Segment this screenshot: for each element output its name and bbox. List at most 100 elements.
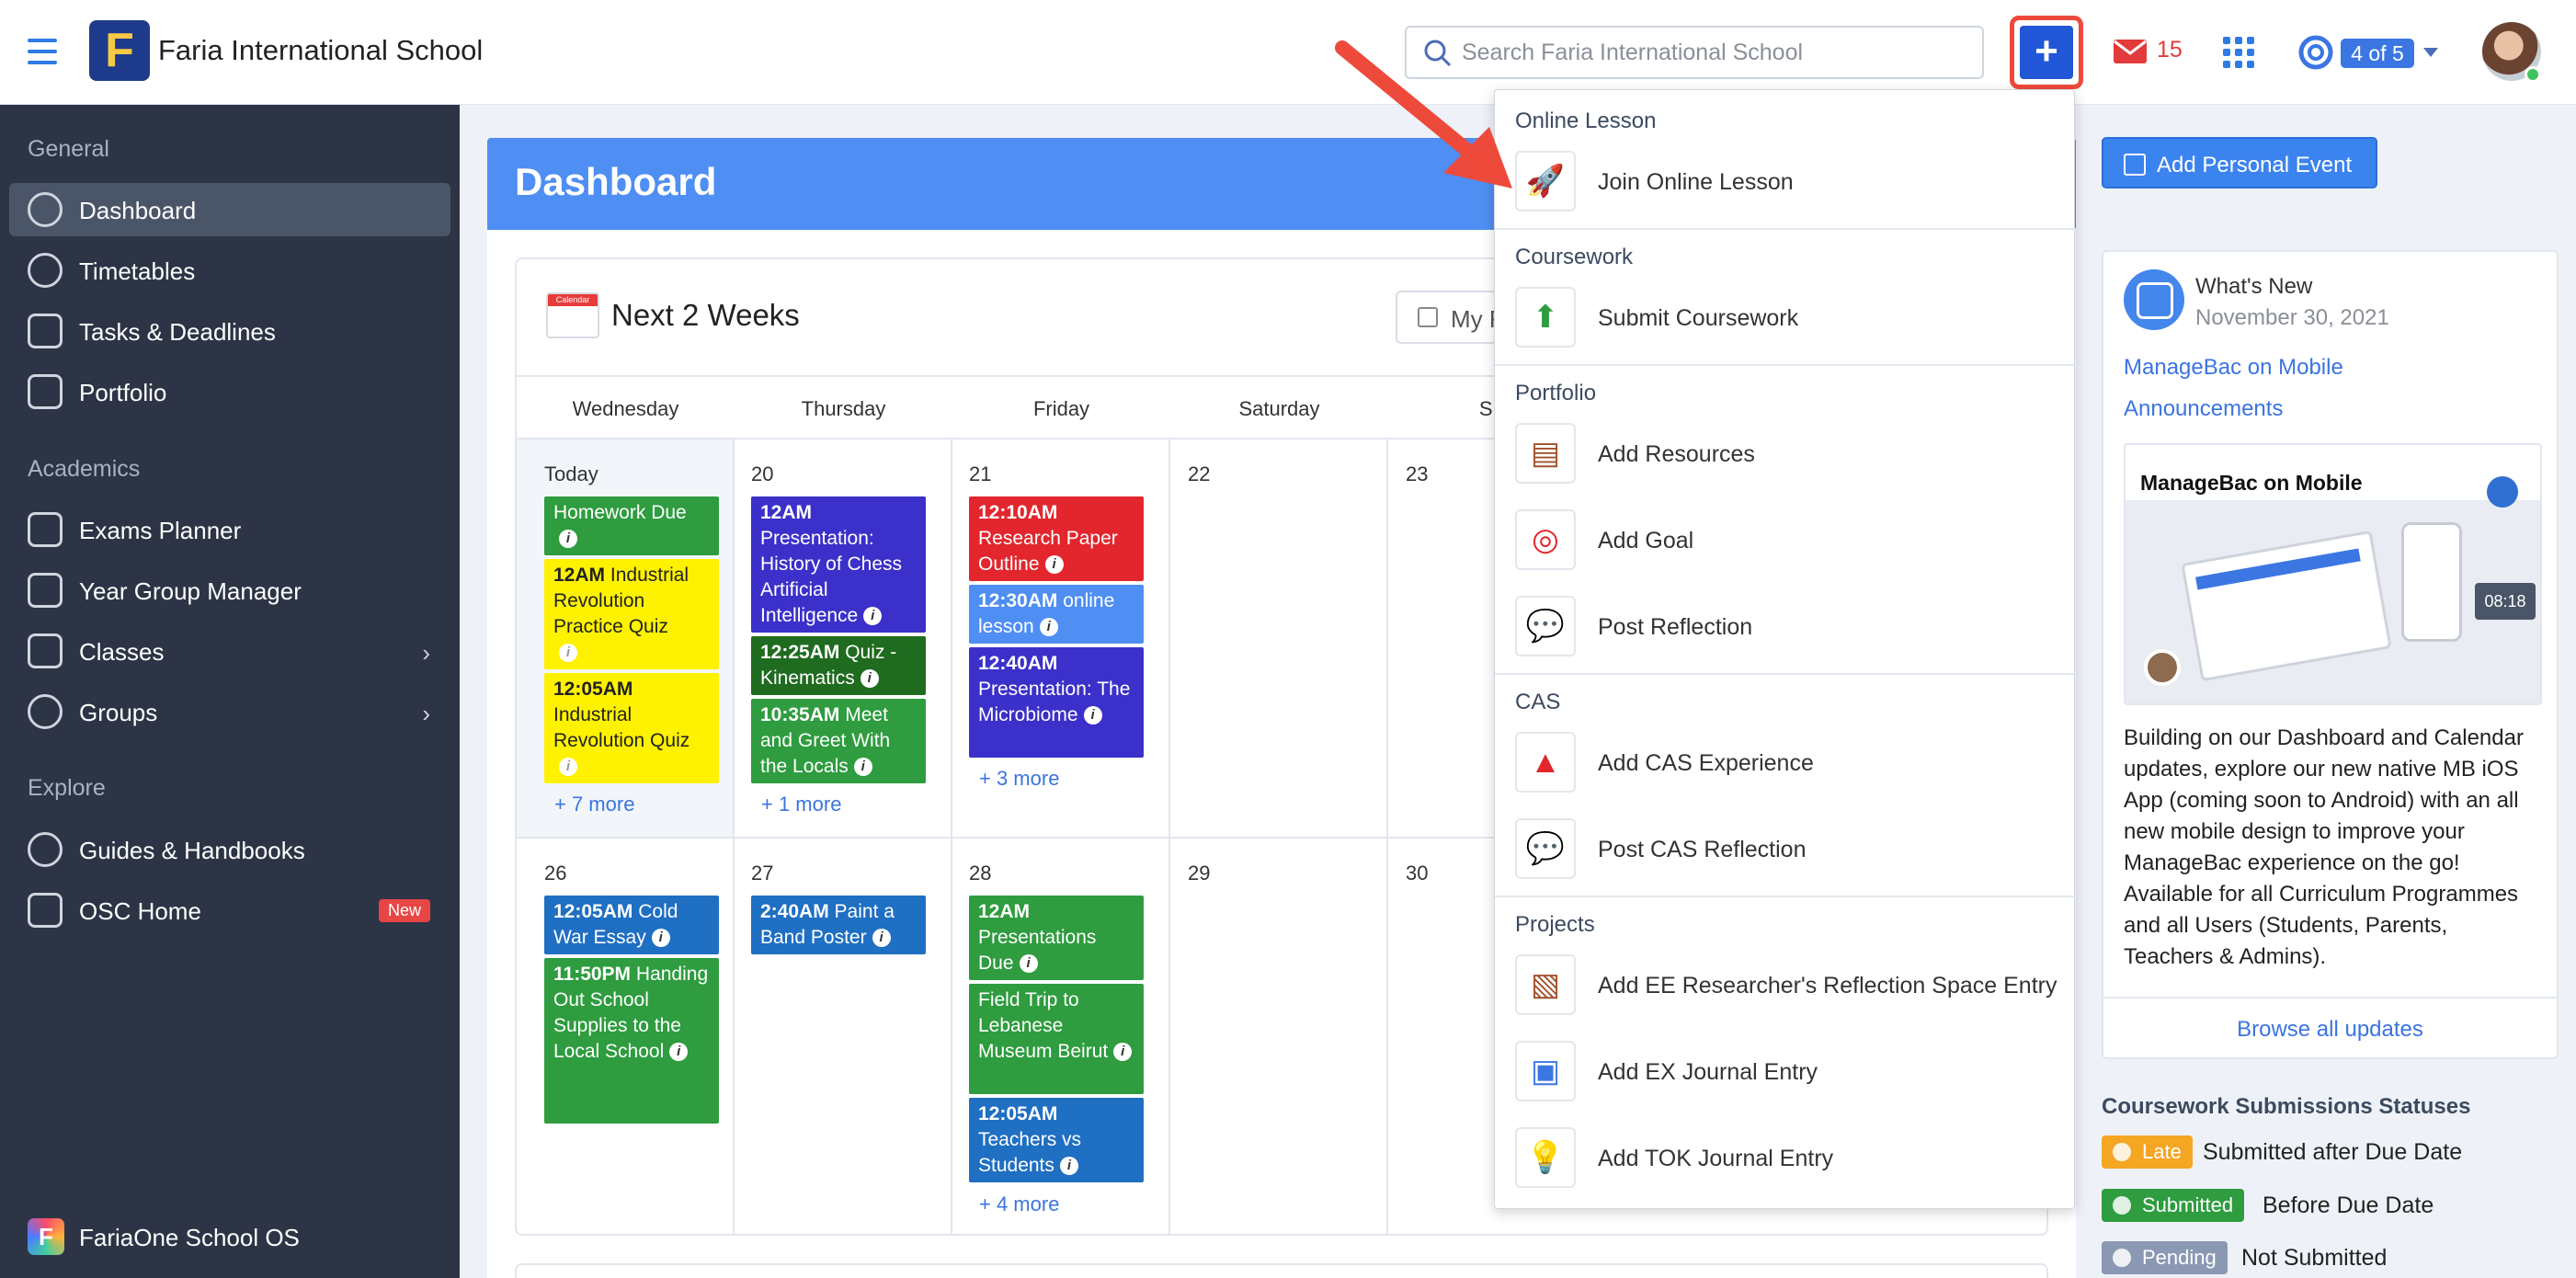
info-icon[interactable]: i [669, 1043, 689, 1062]
info-icon[interactable]: i [651, 929, 670, 948]
fariaone-link[interactable]: FariaOne School OS [79, 1224, 300, 1252]
sidebar: General Dashboard Timetables Tasks & Dea… [0, 105, 460, 1278]
info-icon[interactable]: i [1039, 618, 1058, 637]
day-number: 20 [751, 462, 774, 485]
calendar-event[interactable]: 11:50PM Handing Out School Supplies to t… [544, 958, 719, 1124]
menu-item-label: Add Goal [1598, 528, 1694, 553]
school-logo[interactable]: F [89, 20, 150, 81]
sidebar-section-explore: Explore [28, 775, 106, 801]
calendar-event[interactable]: 10:35AM Meet and Greet With the Locals i [751, 699, 926, 783]
clock-illustration: 08:18 [2475, 583, 2536, 620]
menu-section-online-lesson: Online Lesson [1515, 108, 1657, 133]
menu-item-post-reflection[interactable]: 💬 Post Reflection [1515, 596, 2067, 658]
coursework-status-title: Coursework Submissions Statuses [2102, 1094, 2471, 1119]
mail-count[interactable]: 15 [2157, 37, 2183, 63]
info-icon[interactable]: i [559, 758, 577, 777]
calendar-event[interactable]: 2:40AM Paint a Band Poster i [751, 896, 926, 954]
announcements-link[interactable]: Announcements [2124, 396, 2283, 422]
day-header: Saturday [1170, 375, 1388, 439]
menu-item-post-cas-reflection[interactable]: 💬 Post CAS Reflection [1515, 818, 2067, 881]
calendar-event[interactable]: 12AM Presentation: History of Chess Arti… [751, 496, 926, 633]
info-icon[interactable]: i [559, 644, 577, 663]
school-name[interactable]: Faria International School [158, 34, 483, 67]
calendar-event[interactable]: 12:25AM Quiz - Kinematics i [751, 636, 926, 695]
calendar-event[interactable]: 12:30AM online lesson i [969, 585, 1144, 644]
calendar-event[interactable]: 12:40AM Presentation: The Microbiome i [969, 647, 1144, 758]
sidebar-item-classes[interactable]: Classes › [9, 624, 450, 678]
chevron-right-icon: › [422, 700, 430, 727]
sidebar-item-dashboard[interactable]: Dashboard [9, 183, 450, 236]
day-header: Thursday [735, 375, 952, 439]
menu-item-add-goal[interactable]: ◎ Add Goal [1515, 509, 2067, 572]
menu-item-join-online-lesson[interactable]: 🚀 Join Online Lesson [1515, 151, 2067, 213]
apps-grid-icon[interactable] [2223, 37, 2254, 68]
rss-icon [2124, 269, 2184, 330]
add-dropdown-menu: Online Lesson 🚀 Join Online Lesson Cours… [1494, 89, 2076, 1209]
sidebar-item-guides[interactable]: Guides & Handbooks [9, 823, 450, 876]
sidebar-item-label: Groups [79, 699, 158, 726]
info-icon[interactable]: i [1044, 555, 1064, 575]
day-number: Today [544, 462, 598, 485]
sidebar-item-year-group-manager[interactable]: Year Group Manager [9, 564, 450, 617]
sidebar-item-exams-planner[interactable]: Exams Planner [9, 503, 450, 556]
whats-new-link[interactable]: ManageBac on Mobile [2124, 355, 2343, 381]
sidebar-item-label: Year Group Manager [79, 577, 302, 605]
clock-icon [28, 253, 63, 288]
status-badge: Submitted [2102, 1189, 2245, 1222]
info-icon[interactable]: i [1083, 706, 1102, 725]
mail-icon[interactable] [2113, 39, 2148, 64]
calendar-event[interactable]: Homework Due i [544, 496, 719, 555]
promo-image[interactable]: ManageBac on Mobile 08:18 [2124, 443, 2542, 705]
menu-item-add-ee-entry[interactable]: ▧ Add EE Researcher's Reflection Space E… [1515, 954, 2067, 1017]
info-icon[interactable]: i [863, 607, 883, 626]
sidebar-item-osc-home[interactable]: OSC Home New [9, 884, 450, 937]
menu-item-label: Add EE Researcher's Reflection Space Ent… [1598, 973, 2057, 998]
sidebar-item-timetables[interactable]: Timetables [9, 244, 450, 297]
support-progress-badge[interactable]: 4 of 5 [2341, 39, 2414, 68]
more-events-link[interactable]: + 4 more [979, 1192, 1059, 1216]
sidebar-item-portfolio[interactable]: Portfolio [9, 365, 450, 418]
info-icon[interactable]: i [853, 758, 872, 777]
calendar-event[interactable]: 12:05AM Cold War Essay i [544, 896, 719, 954]
hamburger-menu-icon[interactable] [28, 39, 57, 64]
search-input[interactable] [1462, 37, 1967, 68]
briefcase-icon [28, 374, 63, 409]
menu-item-add-resources[interactable]: ▤ Add Resources [1515, 423, 2067, 485]
fariaone-logo-icon[interactable]: F [28, 1218, 64, 1255]
info-icon[interactable]: i [1019, 954, 1038, 974]
info-icon[interactable]: i [1059, 1157, 1078, 1176]
menu-item-add-cas-experience[interactable]: ▲ Add CAS Experience [1515, 732, 2067, 794]
calendar-event[interactable]: 12AM Industrial Revolution Practice Quiz… [544, 559, 719, 669]
calendar-event[interactable]: 12:05AM Teachers vs Students i [969, 1098, 1144, 1182]
coffee-cup-illustration [2144, 649, 2181, 686]
info-icon[interactable]: i [860, 669, 879, 689]
more-events-link[interactable]: + 3 more [979, 767, 1059, 791]
add-button[interactable]: + [2020, 26, 2073, 79]
more-events-link[interactable]: + 7 more [554, 793, 634, 816]
target-icon: ◎ [1515, 509, 1576, 570]
sidebar-item-groups[interactable]: Groups › [9, 685, 450, 738]
cas-triangle-icon: ▲ [1515, 732, 1576, 793]
sidebar-item-label: Guides & Handbooks [79, 837, 305, 864]
calendar-event[interactable]: 12:10AM Research Paper Outline i [969, 496, 1144, 581]
add-personal-event-button[interactable]: Add Personal Event [2102, 137, 2377, 188]
day-number: 26 [544, 862, 567, 884]
info-icon[interactable]: i [872, 929, 891, 948]
info-icon[interactable]: i [559, 530, 577, 549]
browse-updates-link[interactable]: Browse all updates [2103, 1017, 2557, 1043]
calendar-icon [28, 314, 63, 348]
calendar-event[interactable]: 12AM Presentations Due i [969, 896, 1144, 980]
sidebar-item-label: Exams Planner [79, 517, 242, 544]
menu-item-add-tok-journal[interactable]: 💡 Add TOK Journal Entry [1515, 1127, 2067, 1190]
lifebuoy-icon[interactable] [2298, 35, 2333, 70]
chevron-down-icon[interactable] [2423, 48, 2438, 57]
more-events-link[interactable]: + 1 more [761, 793, 841, 816]
day-header: Friday [952, 375, 1170, 439]
calendar-event[interactable]: 12:05AM Industrial Revolution Quiz i [544, 673, 719, 783]
menu-item-submit-coursework[interactable]: ⬆ Submit Coursework [1515, 287, 2067, 349]
calendar-event[interactable]: Field Trip to Lebanese Museum Beirut i [969, 984, 1144, 1094]
info-icon[interactable]: i [1113, 1043, 1133, 1062]
sidebar-item-tasks[interactable]: Tasks & Deadlines [9, 304, 450, 358]
day-number: 22 [1188, 462, 1211, 485]
menu-item-add-ex-journal[interactable]: ▣ Add EX Journal Entry [1515, 1041, 2067, 1103]
